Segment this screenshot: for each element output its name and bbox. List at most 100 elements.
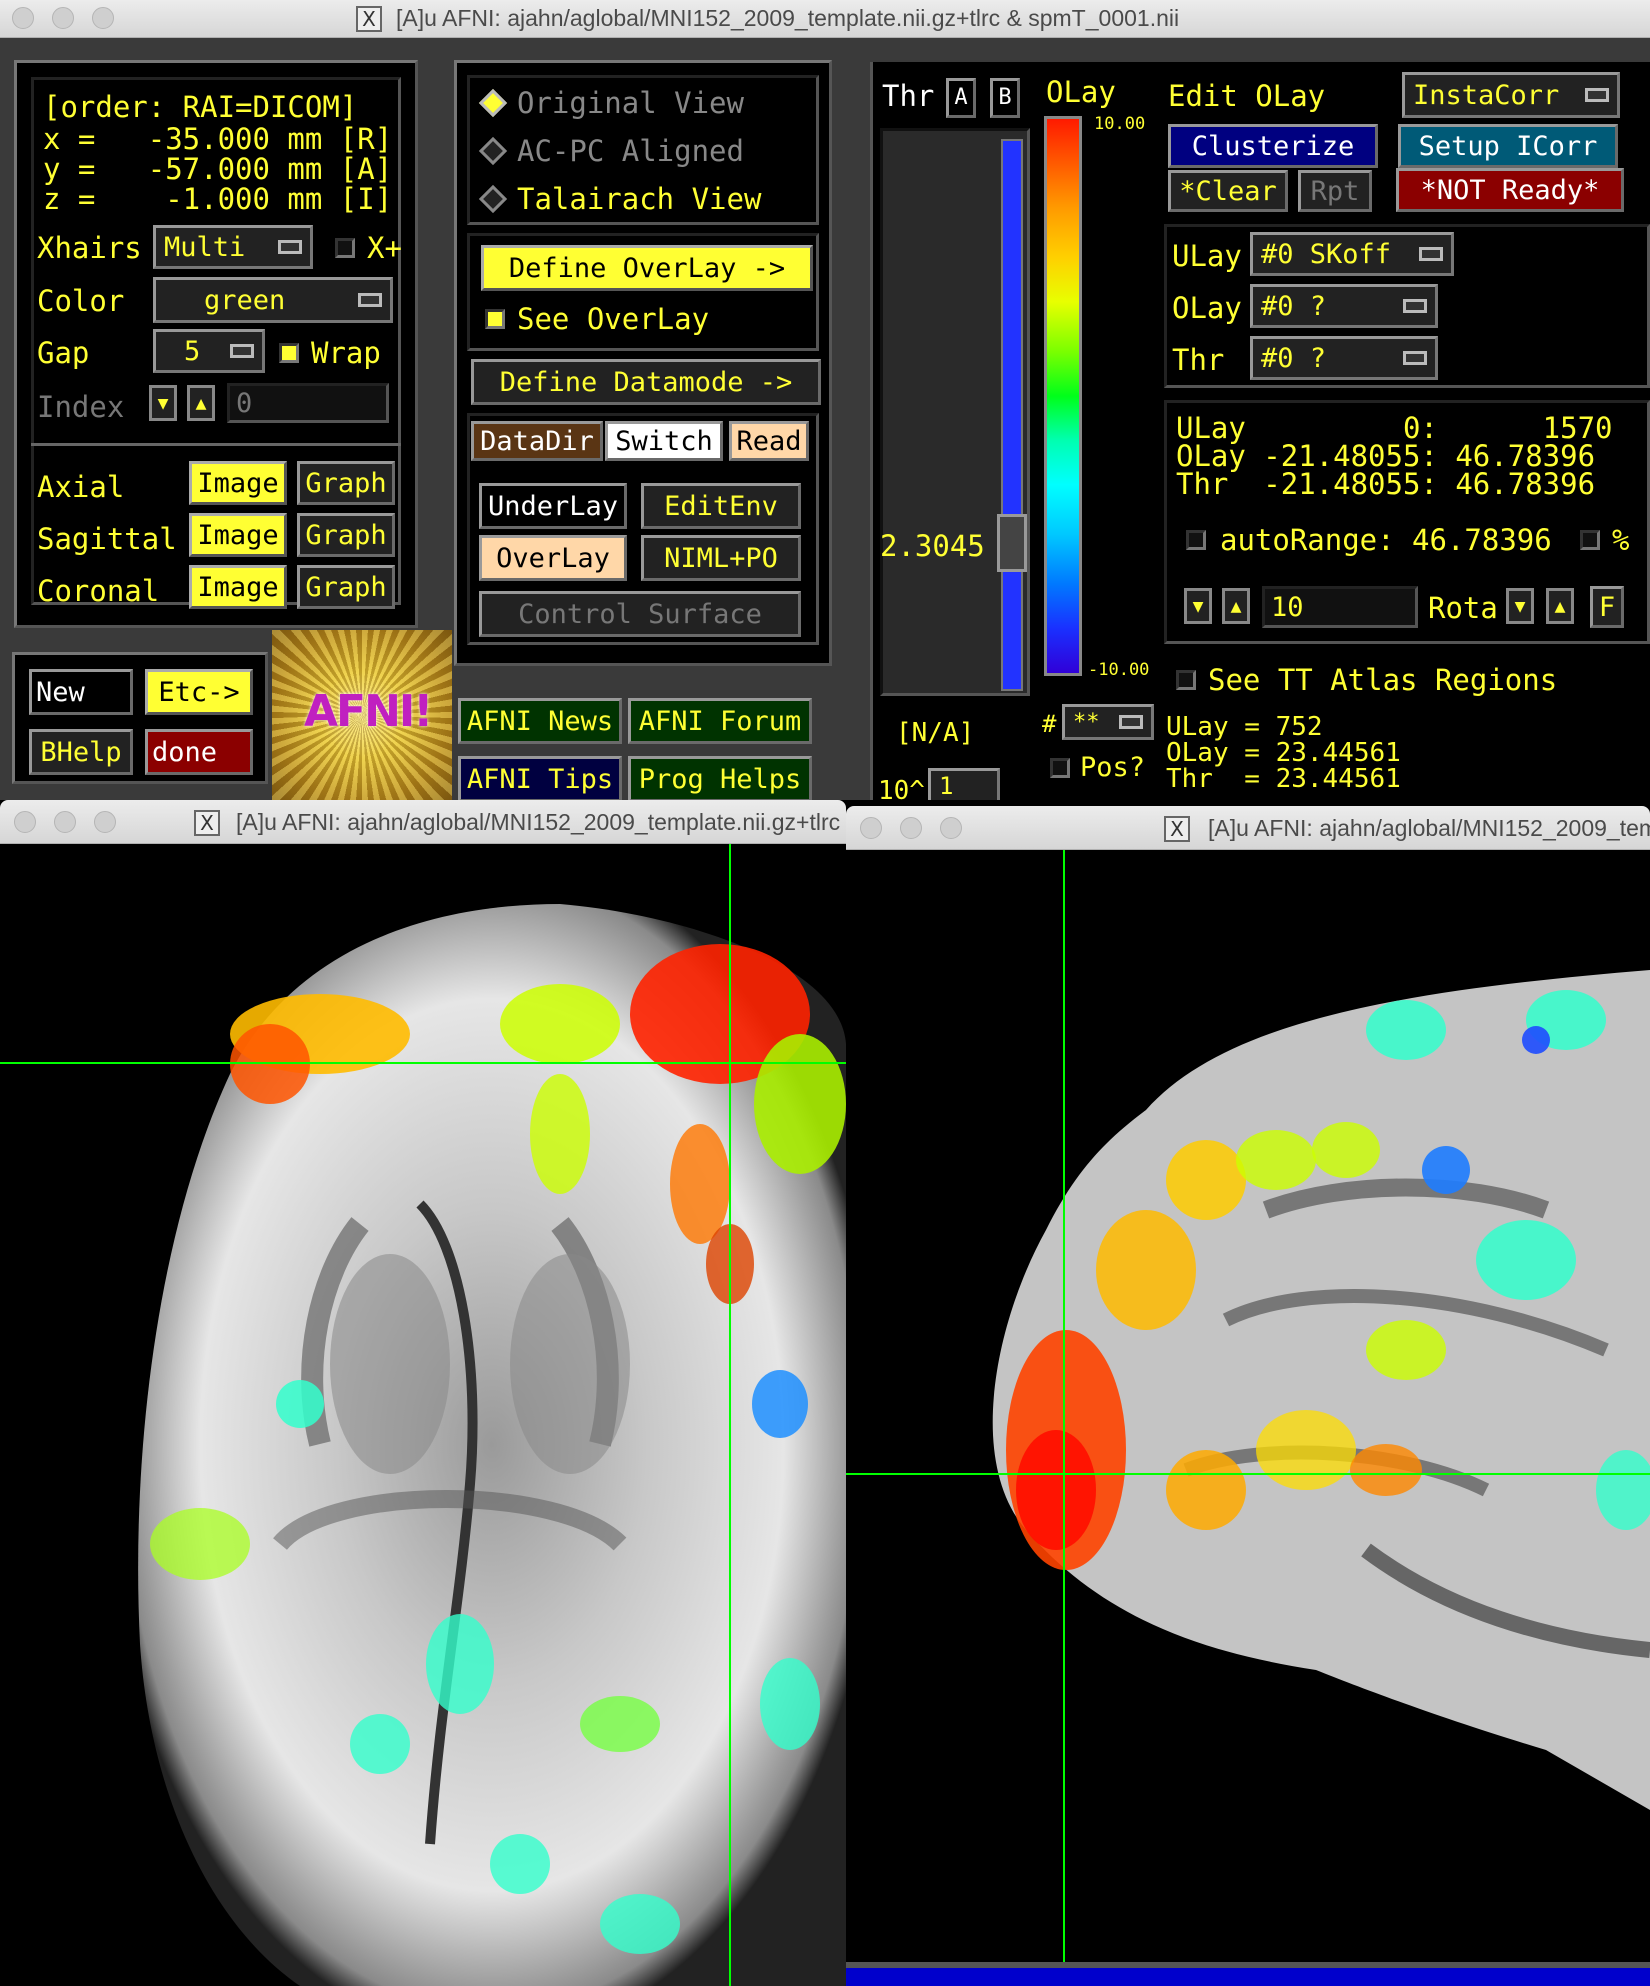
- coronal-image-button[interactable]: Image: [189, 565, 287, 609]
- switch-button[interactable]: Switch: [605, 421, 723, 461]
- wrap-label: Wrap: [311, 336, 381, 370]
- range-up-arrow-icon[interactable]: ▲: [1222, 588, 1250, 624]
- olay-colorbar[interactable]: [1044, 116, 1082, 676]
- coord-y[interactable]: y = -57.000 mm [A]: [43, 155, 392, 184]
- option-menu-icon: [1419, 247, 1443, 261]
- sagittal-graph-button[interactable]: Graph: [297, 513, 395, 557]
- sagittal-brain-image[interactable]: [846, 850, 1650, 1986]
- ulay-subbrick-menu[interactable]: #0 SKoff: [1250, 232, 1454, 276]
- axial-graph-button[interactable]: Graph: [297, 461, 395, 505]
- thr-a-button[interactable]: A: [946, 78, 976, 118]
- atlas-label[interactable]: See TT Atlas Regions: [1208, 666, 1557, 695]
- minimize-icon[interactable]: [900, 817, 922, 839]
- edit-olay-label[interactable]: Edit OLay: [1168, 82, 1325, 111]
- ulay-subbrick-label: ULay: [1172, 239, 1242, 273]
- talairach-label[interactable]: Talairach View: [517, 185, 761, 214]
- bhelp-button[interactable]: BHelp: [29, 729, 133, 775]
- datadir-button[interactable]: DataDir: [471, 421, 603, 461]
- close-icon[interactable]: [14, 811, 36, 833]
- clusterize-button[interactable]: Clusterize: [1168, 124, 1378, 168]
- prog-helps-button[interactable]: Prog Helps: [628, 756, 812, 800]
- atlas-checkbox[interactable]: [1176, 670, 1196, 690]
- rota-label: Rota: [1428, 591, 1498, 625]
- define-datamode-button[interactable]: Define Datamode ->: [471, 359, 821, 405]
- index-field[interactable]: 0: [227, 383, 389, 423]
- range-field[interactable]: 10: [1262, 586, 1418, 628]
- thr-slider-thumb[interactable]: [997, 514, 1027, 572]
- close-icon[interactable]: [860, 817, 882, 839]
- wrap-checkbox[interactable]: [279, 343, 299, 363]
- percent-checkbox[interactable]: [1580, 530, 1600, 550]
- overlay-button[interactable]: OverLay: [479, 535, 627, 581]
- define-overlay-button[interactable]: Define OverLay ->: [481, 245, 813, 291]
- sagittal-titlebar[interactable]: X [A]u AFNI: ajahn/aglobal/MNI152_2009_t…: [846, 806, 1650, 850]
- original-view-label[interactable]: Original View: [517, 89, 744, 118]
- gap-menu[interactable]: 5: [153, 329, 265, 373]
- afni-logo[interactable]: AFNI!: [272, 630, 452, 800]
- instacorr-menu[interactable]: InstaCorr: [1402, 72, 1620, 118]
- coord-x[interactable]: x = -35.000 mm [R]: [43, 125, 392, 154]
- done-button[interactable]: done: [145, 729, 253, 775]
- value-olay: OLay = 23.44561: [1166, 738, 1401, 768]
- see-overlay-checkbox[interactable]: [485, 309, 505, 329]
- main-titlebar[interactable]: X [A]u AFNI: ajahn/aglobal/MNI152_2009_t…: [0, 0, 1650, 38]
- f-button[interactable]: F: [1590, 586, 1624, 628]
- coord-z[interactable]: z = -1.000 mm [I]: [43, 185, 392, 214]
- editenv-button[interactable]: EditEnv: [641, 483, 801, 529]
- xhairs-menu[interactable]: Multi: [153, 225, 313, 269]
- value-ulay: ULay = 752: [1166, 712, 1323, 742]
- nimlpo-button[interactable]: NIML+PO: [641, 535, 801, 581]
- acpc-label[interactable]: AC-PC Aligned: [517, 137, 744, 166]
- not-ready-button[interactable]: *NOT Ready*: [1396, 168, 1624, 212]
- setup-icorr-button[interactable]: Setup ICorr: [1398, 124, 1618, 168]
- rota-down-arrow-icon[interactable]: ▼: [1506, 588, 1534, 624]
- zoom-icon[interactable]: [940, 817, 962, 839]
- index-label: Index: [37, 390, 125, 424]
- olay-subbrick-menu[interactable]: #0 ?: [1250, 284, 1438, 328]
- afni-tips-button[interactable]: AFNI Tips: [458, 756, 622, 800]
- clear-button[interactable]: *Clear: [1168, 170, 1288, 212]
- option-menu-icon: [1585, 88, 1609, 102]
- range-down-arrow-icon[interactable]: ▼: [1184, 588, 1212, 624]
- zoom-icon[interactable]: [92, 7, 114, 29]
- thr-power-menu[interactable]: 1: [928, 768, 1000, 800]
- option-menu-icon: [278, 240, 302, 254]
- index-down-arrow-icon[interactable]: ▼: [149, 385, 177, 421]
- thr-b-button[interactable]: B: [990, 78, 1020, 118]
- olay-pbar-menu[interactable]: **: [1062, 704, 1154, 740]
- coronal-graph-button[interactable]: Graph: [297, 565, 395, 609]
- new-button[interactable]: New: [29, 669, 133, 715]
- rota-up-arrow-icon[interactable]: ▲: [1546, 588, 1574, 624]
- autorange-checkbox[interactable]: [1186, 530, 1206, 550]
- minimize-icon[interactable]: [54, 811, 76, 833]
- thr-subbrick-menu[interactable]: #0 ?: [1250, 336, 1438, 380]
- axial-titlebar[interactable]: X [A]u AFNI: ajahn/aglobal/MNI152_2009_t…: [0, 800, 846, 844]
- sagittal-image-button[interactable]: Image: [189, 513, 287, 557]
- zoom-icon[interactable]: [94, 811, 116, 833]
- xplus-checkbox[interactable]: [335, 238, 355, 258]
- olay-hash-label: #: [1042, 710, 1057, 738]
- minimize-icon[interactable]: [52, 7, 74, 29]
- sagittal-status-bar: [846, 1968, 1650, 1986]
- olay-min-label: -10.00: [1088, 660, 1150, 680]
- etc-button[interactable]: Etc->: [145, 669, 253, 715]
- thr-slider-trough[interactable]: [880, 128, 1030, 696]
- rpt-button[interactable]: Rpt: [1298, 170, 1372, 212]
- sagittal-image-window: X [A]u AFNI: ajahn/aglobal/MNI152_2009_t…: [846, 806, 1650, 1986]
- afni-news-button[interactable]: AFNI News: [458, 698, 622, 744]
- index-up-arrow-icon[interactable]: ▲: [187, 385, 215, 421]
- read-button[interactable]: Read: [729, 421, 809, 461]
- option-menu-icon: [358, 293, 382, 307]
- olay-max-label: 10.00: [1094, 114, 1146, 134]
- axial-image-button[interactable]: Image: [189, 461, 287, 505]
- color-menu[interactable]: green: [153, 277, 393, 323]
- afni-forum-button[interactable]: AFNI Forum: [628, 698, 812, 744]
- axial-window-title: [A]u AFNI: ajahn/aglobal/MNI152_2009_tem…: [236, 809, 841, 835]
- close-icon[interactable]: [12, 7, 34, 29]
- coronal-label: Coronal: [37, 574, 160, 608]
- pos-checkbox[interactable]: [1050, 758, 1070, 778]
- autorange-label: autoRange: 46.78396: [1220, 523, 1552, 557]
- axial-brain-image[interactable]: [0, 844, 846, 1986]
- control-surface-button[interactable]: Control Surface: [479, 591, 801, 637]
- underlay-button[interactable]: UnderLay: [479, 483, 627, 529]
